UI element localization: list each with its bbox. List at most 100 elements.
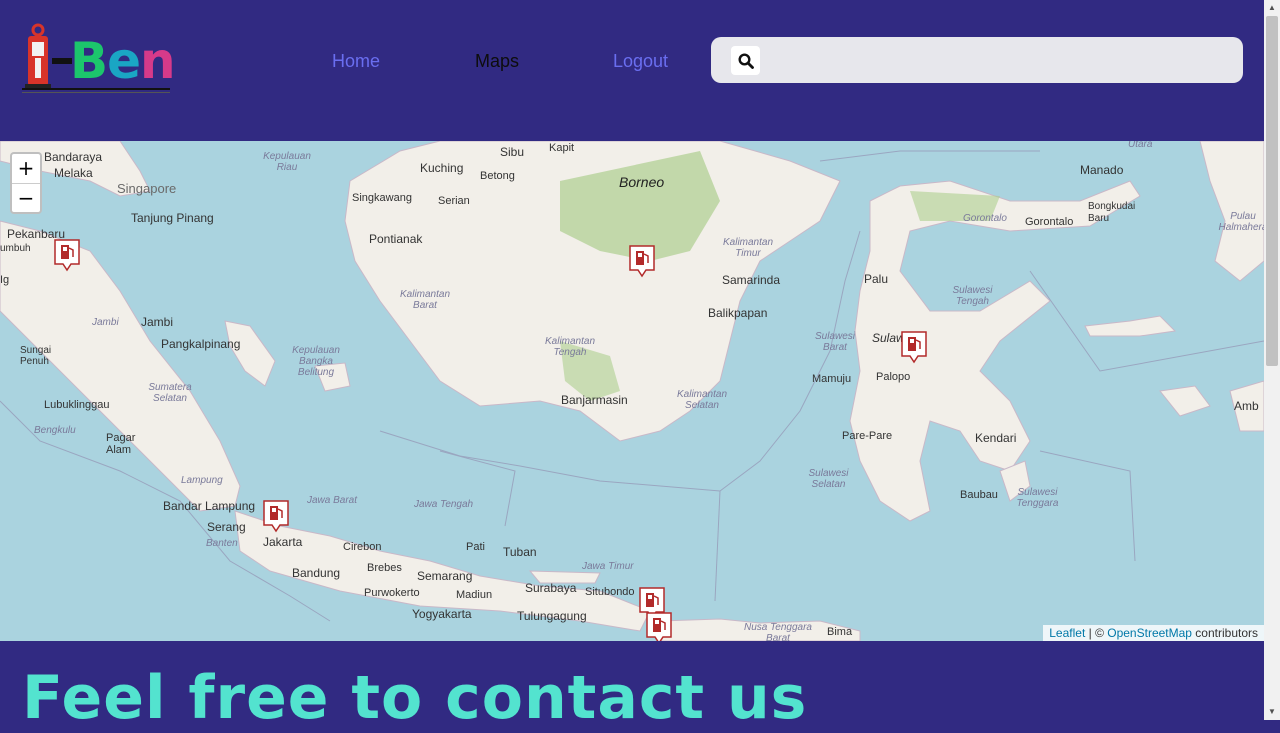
- attribution-separator: | ©: [1085, 626, 1108, 640]
- map-label: Kapit: [549, 142, 575, 154]
- search-icon: [737, 52, 754, 69]
- map-label: Samarinda: [722, 273, 781, 287]
- logo-letter-e: e: [107, 32, 141, 90]
- map-label: Serian: [438, 195, 470, 207]
- search-bar: [711, 37, 1243, 83]
- map-region-label: Jambi: [92, 317, 119, 328]
- nav-logout-link[interactable]: Logout: [613, 51, 668, 72]
- zoom-control: + −: [10, 152, 42, 214]
- map-label: Bandar Lampung: [163, 499, 256, 513]
- page-scrollbar[interactable]: ▲ ▼: [1264, 0, 1280, 720]
- nav-maps-link[interactable]: Maps: [475, 51, 519, 72]
- gas-pump-logo-icon: [25, 23, 51, 89]
- map-region-label: Sulawesi Tengah: [952, 285, 993, 307]
- map-label: Melaka: [54, 166, 93, 180]
- map-label: Semarang: [417, 569, 473, 583]
- map-label: Gorontalo: [1025, 216, 1074, 228]
- map-label: Bandaraya: [44, 150, 103, 164]
- map-label: Tuban: [503, 545, 537, 559]
- map-label: Banjarmasin: [561, 393, 628, 407]
- map-label: Madiun: [456, 589, 493, 601]
- map-region-label: Bengkulu: [34, 425, 76, 436]
- map-region-label: Kepulauan Riau: [263, 151, 311, 173]
- map-region-label: Kalimantan Selatan: [676, 389, 728, 411]
- map-label: Brebes: [367, 562, 402, 574]
- scrollbar-thumb[interactable]: [1266, 16, 1278, 366]
- attribution-tail: contributors: [1191, 626, 1258, 640]
- nav-home-link[interactable]: Home: [332, 51, 380, 72]
- map-region-label: Kalimantan Barat: [399, 289, 451, 311]
- map-label: Sibu: [500, 145, 525, 159]
- gas-station-marker-icon[interactable]: [900, 330, 928, 364]
- logo-underline: [22, 88, 170, 90]
- map-region-label: Utara: [1128, 141, 1153, 150]
- map-label: Pati: [466, 541, 485, 553]
- gas-station-marker-icon[interactable]: [645, 611, 673, 641]
- map-region-label: Jawa Barat: [307, 495, 358, 506]
- navbar: Ben Home Maps Logout: [0, 0, 1264, 141]
- map-region-label: Lampung: [181, 475, 223, 486]
- search-button[interactable]: [731, 46, 760, 75]
- map-region-label: Sulawesi Barat: [815, 331, 856, 353]
- map-label: Purwokerto: [364, 587, 420, 599]
- map-region-label: Nusa Tenggara Barat: [743, 622, 812, 641]
- logo[interactable]: Ben: [18, 20, 178, 100]
- map-region-label: Jawa Tengah: [414, 499, 474, 510]
- map[interactable]: Bandaraya Melaka Singapore Tanjung Pinan…: [0, 141, 1264, 641]
- zoom-out-button[interactable]: −: [12, 184, 40, 213]
- map-label: Amb: [1234, 399, 1259, 413]
- map-label: Bima: [827, 626, 853, 638]
- map-label: Cirebon: [343, 541, 382, 553]
- map-label: Borneo: [619, 174, 665, 190]
- gas-station-marker-icon[interactable]: [53, 238, 81, 272]
- map-region-label: Kalimantan Tengah: [544, 336, 596, 358]
- map-label: Surabaya: [525, 581, 577, 595]
- logo-letter-b: B: [70, 32, 108, 90]
- map-label: Palopo: [876, 371, 911, 383]
- map-label: Pare-Pare: [842, 430, 893, 442]
- map-label: Baubau: [960, 489, 998, 501]
- map-label: Kendari: [975, 431, 1017, 445]
- map-region-label: Jawa Timur: [582, 561, 634, 572]
- map-region-label: Pulau Halmahera: [1218, 211, 1264, 233]
- map-label: Tanjung Pinang: [131, 211, 214, 225]
- map-label: Jambi: [141, 315, 174, 329]
- map-label: Situbondo: [585, 586, 635, 598]
- zoom-in-button[interactable]: +: [12, 154, 40, 184]
- gas-station-marker-icon[interactable]: [628, 244, 656, 278]
- scroll-up-arrow-icon[interactable]: ▲: [1264, 0, 1280, 16]
- map-label: Jakarta: [263, 535, 303, 549]
- map-region-label: Banten: [206, 538, 238, 549]
- map-attribution: Leaflet | © OpenStreetMap contributors: [1043, 625, 1264, 641]
- map-label: Sungai Penuh: [20, 345, 52, 367]
- contact-heading: Feel free to contact us: [22, 663, 808, 733]
- map-region-label: Kalimantan Timur: [722, 237, 774, 259]
- scroll-down-arrow-icon[interactable]: ▼: [1264, 704, 1280, 720]
- map-label: Manado: [1080, 163, 1124, 177]
- logo-dash: [52, 58, 72, 64]
- search-input[interactable]: [771, 45, 1235, 77]
- gas-station-marker-icon[interactable]: [262, 499, 290, 533]
- map-region-label: Sumatera Selatan: [148, 382, 192, 404]
- map-label: Palu: [864, 272, 889, 286]
- map-label: Mamuju: [812, 373, 852, 385]
- map-label: Pangkalpinang: [161, 337, 241, 351]
- map-label: Singkawang: [352, 192, 412, 204]
- map-label: Lubuklinggau: [44, 399, 110, 411]
- map-label: Yogyakarta: [412, 607, 472, 621]
- map-label: Pagar Alam: [106, 432, 136, 456]
- map-label: Betong: [480, 170, 515, 182]
- map-label: Pontianak: [369, 232, 423, 246]
- logo-underline-thin: [22, 92, 170, 93]
- map-region-label: Sulawesi Selatan: [808, 468, 849, 490]
- map-label: Ig: [0, 274, 10, 286]
- map-region-label: Gorontalo: [963, 213, 1007, 224]
- openstreetmap-link[interactable]: OpenStreetMap: [1107, 626, 1192, 640]
- logo-letter-n: n: [140, 32, 176, 90]
- leaflet-link[interactable]: Leaflet: [1049, 626, 1085, 640]
- map-label: umbuh: [0, 243, 31, 254]
- map-label: Serang: [207, 520, 246, 534]
- logo-text: Ben: [70, 26, 176, 96]
- map-label: Kuching: [420, 161, 464, 175]
- contact-section: Feel free to contact us: [0, 641, 1264, 733]
